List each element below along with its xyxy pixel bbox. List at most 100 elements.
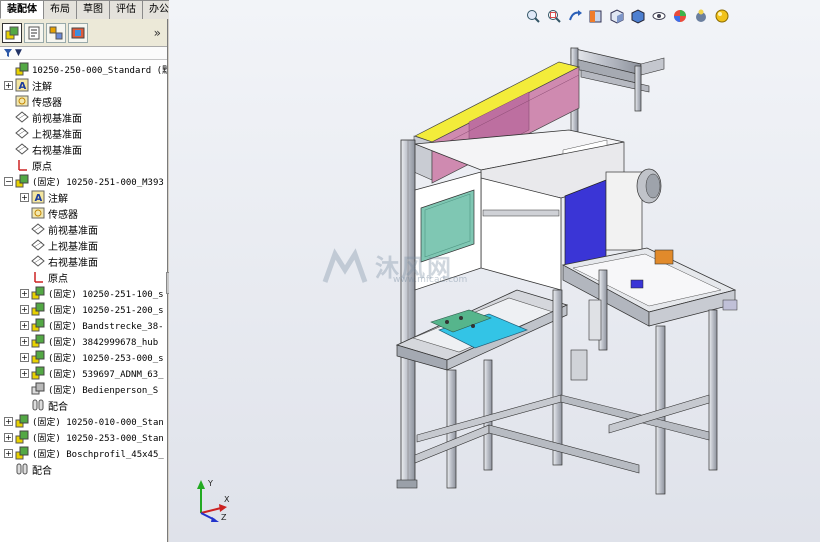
tree-item[interactable]: + (固定) Boschprofil_45x45_	[0, 445, 167, 461]
tree-item[interactable]: (固定) Bedienperson_S	[0, 381, 167, 397]
tree-item-label: (固定) 10250-251-000_M393	[32, 177, 164, 188]
tree-item-label: (固定) 10250-251-100_s	[48, 289, 164, 300]
tab-2[interactable]: 草图	[76, 0, 110, 19]
reference-triad: Y X Z	[191, 477, 231, 526]
watermark-logo-icon	[322, 248, 368, 283]
tree-item[interactable]: + (固定) 10250-251-100_s	[0, 285, 167, 301]
assembly-icon	[15, 62, 29, 76]
svg-text:A: A	[19, 81, 27, 92]
annotation-icon: A	[15, 78, 29, 92]
collapse-toggle[interactable]: −	[4, 176, 13, 186]
plane-icon	[31, 238, 45, 252]
expand-toggle[interactable]: +	[20, 192, 29, 202]
expand-toggle[interactable]: +	[20, 304, 29, 314]
expand-toggle[interactable]: +	[20, 288, 29, 298]
tree-item-label: 配合	[48, 401, 68, 413]
plane-icon	[15, 110, 29, 124]
tree-item-label: (固定) Bandstrecke_38-	[48, 321, 164, 332]
tree-item-label: 配合	[32, 465, 52, 477]
tree-item[interactable]: + A 注解	[0, 77, 167, 93]
display-manager-tab[interactable]	[68, 22, 88, 43]
tree-item[interactable]: 前视基准面	[0, 109, 167, 125]
tree-item[interactable]: 右视基准面	[0, 253, 167, 269]
assembly-icon	[31, 302, 45, 316]
tree-item[interactable]: 原点	[0, 157, 167, 173]
assembly-icon	[31, 334, 45, 348]
feature-manager-tab[interactable]	[2, 22, 22, 43]
tree-item[interactable]: 上视基准面	[0, 237, 167, 253]
configuration-manager-tab[interactable]	[46, 22, 66, 43]
tree-item[interactable]: − (固定) 10250-251-000_M393	[0, 173, 167, 189]
mates-icon	[31, 398, 45, 412]
tree-item[interactable]: 传感器	[0, 93, 167, 109]
graphics-area[interactable]: 沐风网 www.mfcad.com Y X Z	[169, 0, 820, 542]
filter-icon	[4, 49, 12, 57]
feature-manager-panel: » ▼ 10250-250-000_Standard (默认 + A 注解 传感器 前视基…	[0, 19, 168, 542]
tree-item-label: (固定) 10250-253-000_Stan	[32, 433, 164, 444]
origin-icon	[15, 158, 29, 172]
assembly-icon	[31, 286, 45, 300]
expand-toggle[interactable]: +	[20, 352, 29, 362]
tree-item[interactable]: + (固定) 10250-251-200_s	[0, 301, 167, 317]
display-manager-icon	[71, 27, 85, 38]
assembly-icon	[31, 318, 45, 332]
plane-icon	[15, 126, 29, 140]
expand-toggle[interactable]: +	[20, 336, 29, 346]
tree-item[interactable]: 10250-250-000_Standard (默认	[0, 61, 168, 77]
left-upright	[396, 139, 418, 489]
tab-1[interactable]: 布局	[43, 0, 77, 19]
assembly-icon	[15, 414, 29, 428]
tab-3[interactable]: 评估	[109, 0, 143, 19]
axis-label-y: Y	[208, 479, 213, 488]
tree-item[interactable]: + A 注解	[0, 189, 167, 205]
expand-toggle[interactable]: +	[20, 320, 29, 330]
property-icon	[28, 26, 40, 39]
assembly-icon	[15, 174, 29, 188]
tree-item[interactable]: + (固定) Bandstrecke_38-	[0, 317, 167, 333]
watermark: 沐风网 www.mfcad.com	[321, 248, 521, 292]
tree-item[interactable]: + (固定) 10250-253-000_Stan	[0, 429, 167, 445]
tree-item[interactable]: + (固定) 10250-010-000_Stan	[0, 413, 167, 429]
tree-item-label: (固定) Boschprofil_45x45_	[32, 449, 164, 460]
filter-dropdown-arrow[interactable]: ▼	[15, 48, 22, 58]
tree-item-label: 右视基准面	[48, 257, 98, 269]
tree-item[interactable]: + (固定) 539697_ADNM_63_	[0, 365, 167, 381]
tree-item[interactable]: 前视基准面	[0, 221, 167, 237]
plane-icon	[15, 142, 29, 156]
tree-item-label: 上视基准面	[32, 129, 82, 141]
expand-toggle[interactable]: +	[20, 368, 29, 378]
tree-filter[interactable]: ▼	[0, 47, 167, 60]
person-icon	[31, 382, 45, 396]
tree-item[interactable]: 右视基准面	[0, 141, 167, 157]
tree-item-label: (固定) 539697_ADNM_63_	[48, 369, 164, 380]
tree-item-label: (固定) 10250-251-200_s	[48, 305, 164, 316]
tree-item[interactable]: 配合	[0, 461, 167, 477]
left-conveyor	[395, 289, 569, 371]
tree-item-label: 传感器	[32, 97, 62, 109]
tree-item[interactable]: + (固定) 10250-253-000_s	[0, 349, 167, 365]
sensor-icon	[31, 206, 45, 220]
plane-icon	[31, 222, 45, 236]
tree-item-label: 前视基准面	[48, 225, 98, 237]
tree-item-label: 右视基准面	[32, 145, 82, 157]
panel-expand-chevron[interactable]: »	[154, 26, 161, 40]
tree-item[interactable]: 上视基准面	[0, 125, 167, 141]
expand-toggle[interactable]: +	[4, 432, 13, 442]
assembly-icon	[31, 366, 45, 380]
tree-item-label: 10250-250-000_Standard (默认	[32, 65, 168, 76]
expand-toggle[interactable]: +	[4, 80, 13, 90]
property-manager-tab[interactable]	[24, 22, 44, 43]
expand-toggle[interactable]: +	[4, 448, 13, 458]
expand-toggle[interactable]: +	[4, 416, 13, 426]
tree-item-label: 上视基准面	[48, 241, 98, 253]
tree-item[interactable]: 配合	[0, 397, 167, 413]
tree-item-label: 原点	[32, 161, 52, 173]
tree-item[interactable]: 原点	[0, 269, 167, 285]
tree-item-label: (固定) 10250-253-000_s	[48, 353, 164, 364]
tree-item[interactable]: + (固定) 3842999678_hub	[0, 333, 167, 349]
tree-item[interactable]: 传感器	[0, 205, 167, 221]
tab-0[interactable]: 装配体	[0, 0, 44, 19]
tree-item-label: 注解	[48, 193, 68, 205]
tree-item-label: (固定) 10250-010-000_Stan	[32, 417, 164, 428]
tree-item-label: (固定) Bedienperson_S	[48, 385, 159, 396]
